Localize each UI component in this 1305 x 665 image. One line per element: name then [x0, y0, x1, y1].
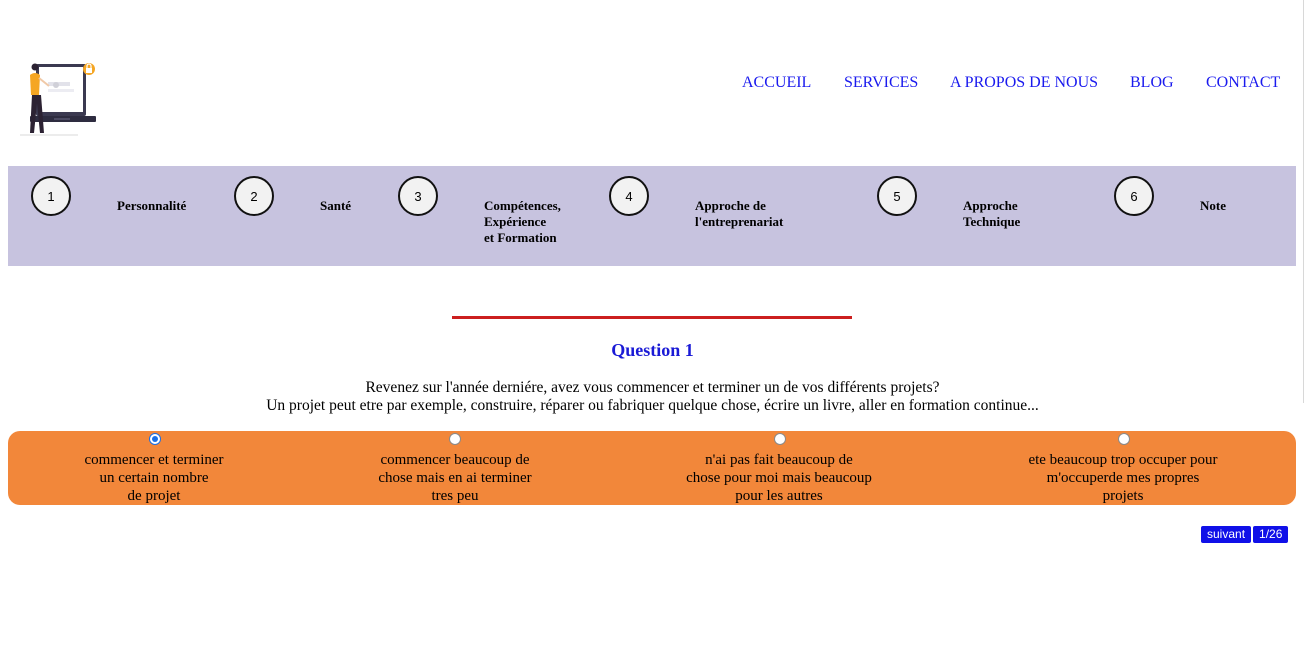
progress-steps-bar: 1 Personnalité 2 Santé 3 Compétences, Ex…	[8, 166, 1296, 266]
answer-label-2: commencer beaucoup de chose mais en ai t…	[378, 452, 532, 504]
answer-options: commencer et terminer un certain nombre …	[8, 431, 1296, 505]
step-number-4[interactable]: 4	[609, 176, 649, 216]
question-line-1: Revenez sur l'année derniére, avez vous …	[365, 379, 940, 396]
question-line-2: Un projet peut etre par exemple, constru…	[266, 397, 1039, 414]
answer-option-3[interactable]: n'ai pas fait beaucoup de chose pour moi…	[649, 431, 909, 505]
step-number-3[interactable]: 3	[398, 176, 438, 216]
question-text: Revenez sur l'année derniére, avez vous …	[0, 379, 1305, 415]
pager: suivant 1/26	[1201, 526, 1289, 543]
step-number-6[interactable]: 6	[1114, 176, 1154, 216]
nav-link-a-propos[interactable]: A PROPOS DE NOUS	[950, 74, 1098, 92]
answer-label-1: commencer et terminer un certain nombre …	[84, 452, 224, 504]
answer-radio-2[interactable]	[449, 433, 461, 445]
next-button[interactable]: suivant	[1201, 526, 1252, 543]
answer-radio-3[interactable]	[774, 433, 786, 445]
nav-link-services[interactable]: SERVICES	[844, 74, 918, 92]
answer-option-1[interactable]: commencer et terminer un certain nombre …	[44, 431, 264, 505]
question-title: Question 1	[611, 340, 694, 360]
step-label-approche-technique: Approche Technique	[963, 198, 1021, 229]
step-label-approche-entreprenariat: Approche de l'entreprenariat	[695, 198, 784, 229]
answer-radio-1[interactable]	[149, 433, 161, 445]
step-number-1[interactable]: 1	[31, 176, 71, 216]
nav-link-contact[interactable]: CONTACT	[1206, 74, 1280, 92]
step-label-personnalite: Personnalité	[117, 198, 187, 213]
answer-option-2[interactable]: commencer beaucoup de chose mais en ai t…	[340, 431, 570, 505]
nav-link-accueil[interactable]: ACCUEIL	[742, 74, 811, 92]
step-label-competences: Compétences, Expérience et Formation	[484, 198, 561, 245]
step-label-note: Note	[1200, 198, 1226, 213]
step-number-5[interactable]: 5	[877, 176, 917, 216]
answer-label-3: n'ai pas fait beaucoup de chose pour moi…	[686, 452, 872, 504]
step-label-sante: Santé	[320, 198, 352, 213]
section-divider	[452, 316, 852, 319]
laptop-lock-illustration-icon	[20, 63, 96, 136]
nav-link-blog[interactable]: BLOG	[1130, 74, 1174, 92]
answer-label-4: ete beaucoup trop occuper pour m'occuper…	[1028, 452, 1218, 504]
site-logo[interactable]	[18, 58, 100, 138]
answer-option-4[interactable]: ete beaucoup trop occuper pour m'occuper…	[993, 431, 1253, 505]
page-indicator: 1/26	[1253, 526, 1289, 543]
step-number-2[interactable]: 2	[234, 176, 274, 216]
answer-radio-4[interactable]	[1118, 433, 1130, 445]
